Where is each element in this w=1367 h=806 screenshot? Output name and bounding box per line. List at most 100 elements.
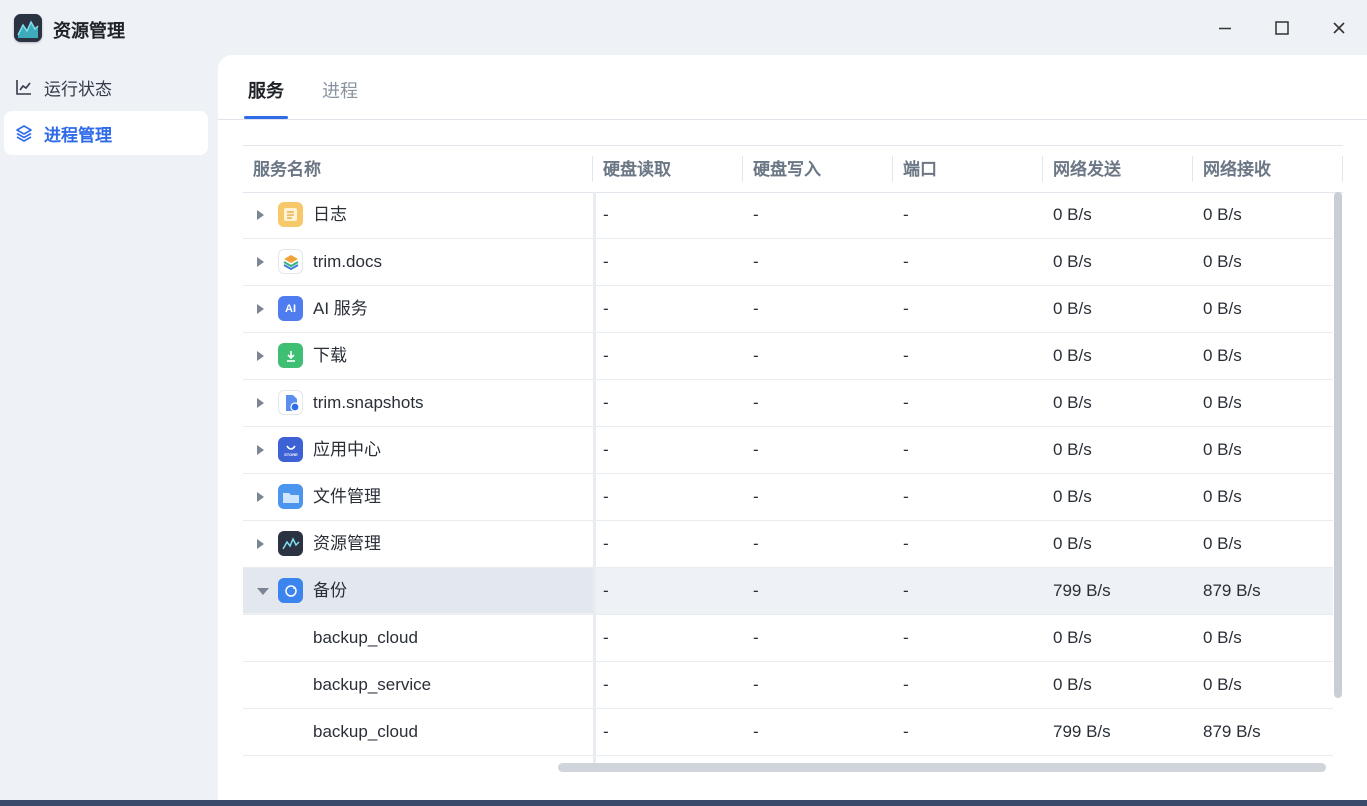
disk-read-cell: - — [603, 722, 609, 741]
column-header-net-recv[interactable]: 网络接收 — [1193, 146, 1343, 192]
sidebar: 运行状态 进程管理 — [0, 56, 218, 806]
disk-read-cell: - — [603, 252, 609, 271]
table-row[interactable]: 资源管理 - - - 0 B/s 0 B/s — [243, 521, 1333, 568]
name-column-divider — [593, 192, 596, 765]
sidebar-item-status[interactable]: 运行状态 — [4, 65, 208, 109]
column-header-disk-read[interactable]: 硬盘读取 — [593, 146, 743, 192]
vertical-scrollbar[interactable] — [1334, 192, 1342, 698]
service-name-cell: 下载 — [243, 333, 593, 378]
sidebar-item-process-management[interactable]: 进程管理 — [4, 111, 208, 155]
net-recv-cell: 0 B/s — [1203, 252, 1242, 271]
net-send-cell: 0 B/s — [1053, 628, 1092, 647]
net-recv-cell: 0 B/s — [1203, 675, 1242, 694]
tab-processes[interactable]: 进程 — [322, 77, 358, 103]
disk-write-cell: - — [753, 534, 759, 553]
expand-arrow-icon[interactable] — [257, 445, 264, 455]
disk-write-cell: - — [753, 581, 759, 600]
service-name: trim.docs — [313, 252, 382, 271]
port-cell: - — [903, 440, 909, 459]
service-name: 备份 — [313, 581, 347, 600]
service-name-cell: STORE 应用中心 — [243, 427, 593, 472]
service-name: 相册 — [313, 756, 347, 765]
table-row[interactable]: STORE 应用中心 - - - 0 B/s 0 B/s — [243, 427, 1333, 474]
expand-arrow-icon[interactable] — [257, 492, 264, 502]
net-send-cell: 0 B/s — [1053, 534, 1092, 553]
disk-write-cell: - — [753, 440, 759, 459]
expand-arrow-icon[interactable] — [257, 351, 264, 361]
collapse-arrow-icon[interactable] — [257, 588, 269, 595]
port-cell: - — [903, 722, 909, 741]
table-row[interactable]: 日志 - - - 0 B/s 0 B/s — [243, 192, 1333, 239]
disk-write-cell: - — [753, 252, 759, 271]
maximize-button[interactable] — [1266, 12, 1298, 44]
net-recv-cell: 0 B/s — [1203, 534, 1242, 553]
service-name-cell: backup_cloud — [243, 709, 593, 754]
service-name: 日志 — [313, 205, 347, 224]
service-name-cell: backup_service — [243, 662, 593, 707]
net-send-cell: 0 B/s — [1053, 346, 1092, 365]
disk-read-cell: - — [603, 581, 609, 600]
table-row[interactable]: 下载 - - - 0 B/s 0 B/s — [243, 333, 1333, 380]
sidebar-item-label: 进程管理 — [44, 125, 112, 145]
disk-write-cell: - — [753, 299, 759, 318]
active-tab-indicator — [244, 116, 288, 119]
docs-icon — [278, 249, 303, 274]
table-row-child[interactable]: backup_cloud - - - 0 B/s 0 B/s — [243, 615, 1333, 662]
main-content: 服务 进程 服务名称 硬盘读取 硬盘写入 端口 网络发送 网络接收 日志 - - - 0… — [218, 55, 1367, 800]
expand-arrow-icon[interactable] — [257, 210, 264, 220]
net-recv-cell: 0 B/s — [1203, 628, 1242, 647]
disk-read-cell: - — [603, 393, 609, 412]
port-cell: - — [903, 205, 909, 224]
net-send-cell: 0 B/s — [1053, 205, 1092, 224]
disk-read-cell: - — [603, 205, 609, 224]
net-send-cell: 0 B/s — [1053, 393, 1092, 412]
service-name-cell: 资源管理 — [243, 521, 593, 566]
maximize-icon — [1275, 21, 1289, 35]
service-name-cell: AI AI 服务 — [243, 286, 593, 331]
disk-write-cell: - — [753, 205, 759, 224]
net-recv-cell: 0 B/s — [1203, 393, 1242, 412]
minimize-button[interactable] — [1209, 12, 1241, 44]
disk-read-cell: - — [603, 534, 609, 553]
column-header-name[interactable]: 服务名称 — [243, 146, 593, 192]
service-name-cell: 备份 — [243, 568, 593, 613]
tab-services[interactable]: 服务 — [248, 77, 284, 103]
snapshot-icon — [278, 390, 303, 415]
column-header-disk-write[interactable]: 硬盘写入 — [743, 146, 893, 192]
expand-arrow-icon[interactable] — [257, 257, 264, 267]
table-row-child[interactable]: backup_cloud - - - 799 B/s 879 B/s — [243, 709, 1333, 756]
disk-write-cell: - — [753, 722, 759, 741]
table-row[interactable]: 备份 - - - 799 B/s 879 B/s — [243, 568, 1333, 615]
service-name: backup_cloud — [313, 722, 418, 741]
table-row[interactable]: 文件管理 - - - 0 B/s 0 B/s — [243, 474, 1333, 521]
table-row[interactable]: trim.snapshots - - - 0 B/s 0 B/s — [243, 380, 1333, 427]
disk-read-cell: - — [603, 440, 609, 459]
svg-text:STORE: STORE — [284, 452, 298, 457]
port-cell: - — [903, 252, 909, 271]
service-name: backup_service — [313, 675, 432, 694]
horizontal-scrollbar[interactable] — [558, 763, 1326, 772]
table-row[interactable]: trim.docs - - - 0 B/s 0 B/s — [243, 239, 1333, 286]
service-name-cell: backup_cloud — [243, 615, 593, 660]
table-row[interactable]: AI AI 服务 - - - 0 B/s 0 B/s — [243, 286, 1333, 333]
title-bar: 资源管理 — [0, 0, 1367, 56]
expand-arrow-icon[interactable] — [257, 304, 264, 314]
net-send-cell: 0 B/s — [1053, 440, 1092, 459]
line-chart-icon — [14, 77, 34, 97]
expand-arrow-icon[interactable] — [257, 539, 264, 549]
column-header-net-send[interactable]: 网络发送 — [1043, 146, 1193, 192]
disk-read-cell: - — [603, 299, 609, 318]
net-recv-cell: 0 B/s — [1203, 205, 1242, 224]
net-recv-cell: 0 B/s — [1203, 440, 1242, 459]
expand-arrow-icon[interactable] — [257, 398, 264, 408]
table-row-child[interactable]: backup_service - - - 0 B/s 0 B/s — [243, 662, 1333, 709]
desktop-background-strip — [0, 800, 1367, 806]
net-send-cell: 0 B/s — [1053, 299, 1092, 318]
resource-monitor-icon — [278, 531, 303, 556]
close-button[interactable] — [1323, 12, 1355, 44]
net-recv-cell: 879 B/s — [1203, 722, 1261, 741]
log-icon — [278, 202, 303, 227]
column-header-port[interactable]: 端口 — [893, 146, 1043, 192]
port-cell: - — [903, 393, 909, 412]
service-name: 下载 — [313, 346, 347, 365]
